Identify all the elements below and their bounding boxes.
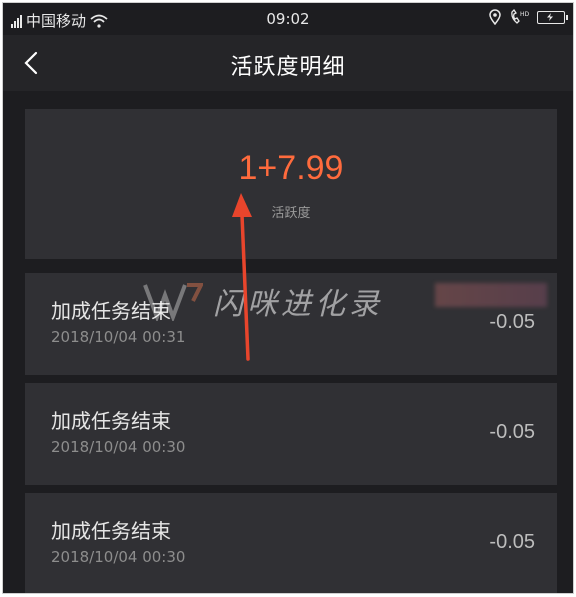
list-item[interactable]: 加成任务结束 2018/10/04 00:30 -0.05 bbox=[25, 383, 557, 485]
record-title: 加成任务结束 bbox=[51, 299, 171, 323]
status-bar: 中国移动 09:02 HD bbox=[3, 3, 573, 35]
activity-label: 活跃度 bbox=[271, 206, 311, 221]
status-time: 09:02 bbox=[266, 10, 310, 28]
status-right: HD bbox=[489, 9, 568, 25]
record-time: 2018/10/04 00:30 bbox=[51, 438, 186, 456]
record-value: -0.05 bbox=[489, 311, 535, 333]
list-item[interactable]: 加成任务结束 2018/10/04 00:30 -0.05 bbox=[25, 493, 557, 593]
blurred-region bbox=[435, 283, 547, 307]
record-time: 2018/10/04 00:31 bbox=[51, 328, 186, 346]
battery-charging-icon bbox=[537, 10, 568, 24]
svg-text:HD: HD bbox=[520, 11, 529, 18]
record-value: -0.05 bbox=[489, 421, 535, 443]
record-time: 2018/10/04 00:30 bbox=[51, 548, 186, 566]
activity-value: 1+7.99 bbox=[238, 149, 344, 187]
activity-summary-card: 1+7.99 活跃度 bbox=[25, 109, 557, 259]
hd-call-icon: HD bbox=[511, 9, 529, 24]
record-value: -0.05 bbox=[489, 531, 535, 553]
phone-screen: 中国移动 09:02 HD 活跃度明细 1+7.99 活跃度 加成任务结束 20… bbox=[2, 2, 574, 594]
record-title: 加成任务结束 bbox=[51, 409, 171, 433]
page-title: 活跃度明细 bbox=[230, 55, 346, 80]
location-icon bbox=[489, 9, 501, 25]
nav-bar: 活跃度明细 bbox=[3, 35, 573, 91]
record-title: 加成任务结束 bbox=[51, 519, 171, 543]
